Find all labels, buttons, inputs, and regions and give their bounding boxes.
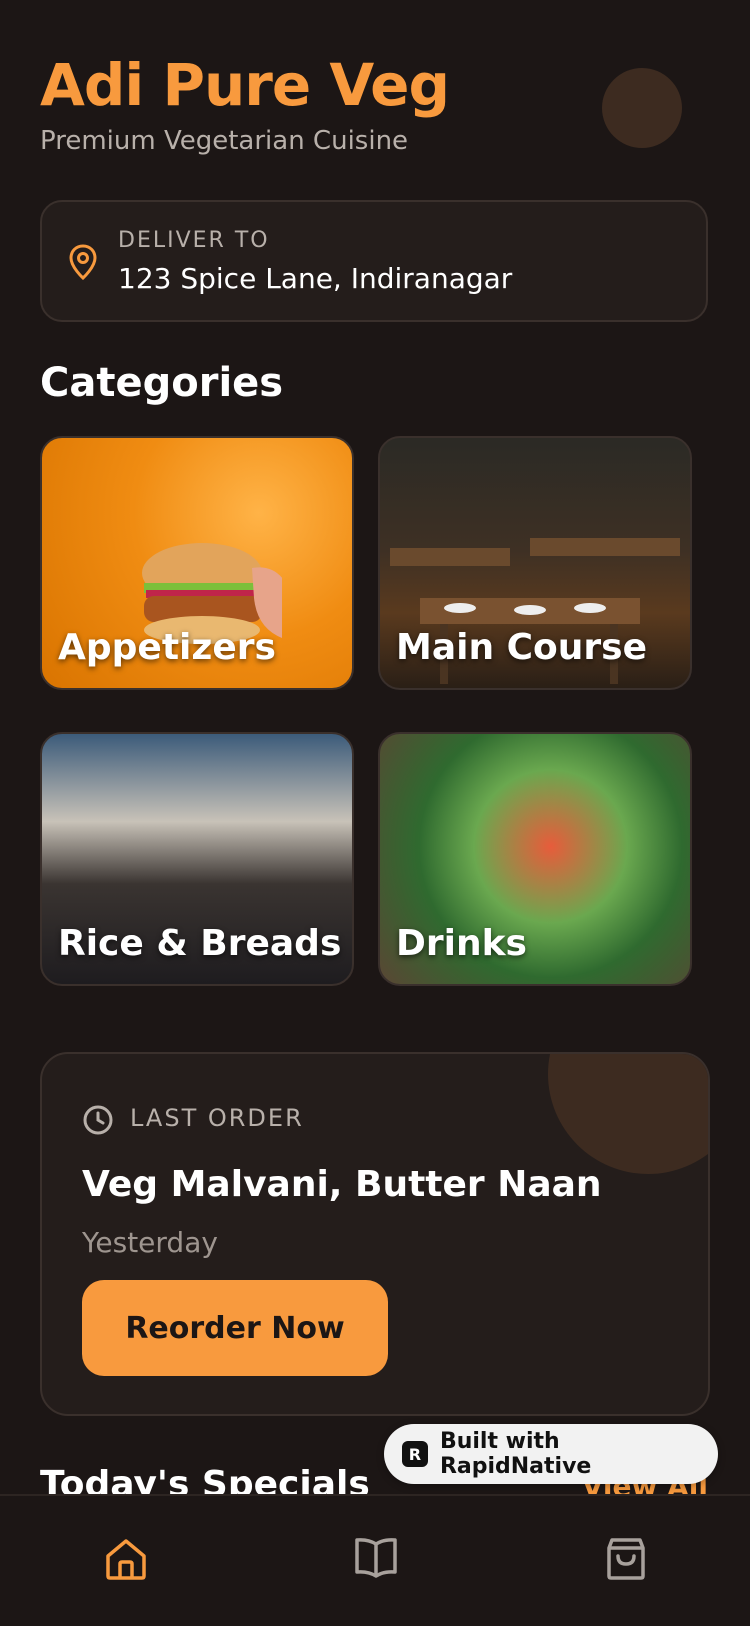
clock-icon bbox=[83, 1105, 113, 1135]
rapidnative-badge[interactable]: R Built with RapidNative bbox=[384, 1424, 718, 1484]
nav-menu[interactable] bbox=[354, 1536, 398, 1582]
category-card-main-course[interactable]: Main Course bbox=[378, 436, 692, 690]
last-order-label: LAST ORDER bbox=[130, 1104, 304, 1132]
delivery-address: 123 Spice Lane, Indiranagar bbox=[118, 262, 513, 295]
category-card-rice-breads[interactable]: Rice & Breads bbox=[40, 732, 354, 986]
last-order-time: Yesterday bbox=[82, 1226, 218, 1259]
categories-title: Categories bbox=[40, 360, 284, 406]
nav-home[interactable] bbox=[104, 1536, 148, 1586]
category-label: Appetizers bbox=[58, 627, 276, 668]
rapidnative-logo-icon: R bbox=[402, 1441, 428, 1467]
category-label: Main Course bbox=[396, 627, 647, 668]
location-pin-icon bbox=[69, 244, 97, 280]
badge-text: Built with RapidNative bbox=[439, 1429, 592, 1479]
last-order-items: Veg Malvani, Butter Naan bbox=[82, 1164, 602, 1205]
reorder-button[interactable]: Reorder Now bbox=[82, 1280, 388, 1376]
category-card-appetizers[interactable]: Appetizers bbox=[40, 436, 354, 690]
deliver-to-label: DELIVER TO bbox=[118, 228, 270, 253]
shopping-bag-icon bbox=[607, 1538, 645, 1580]
last-order-card: LAST ORDER Veg Malvani, Butter Naan Yest… bbox=[40, 1052, 710, 1416]
home-icon bbox=[106, 1539, 146, 1580]
avatar[interactable] bbox=[602, 68, 682, 148]
nav-cart[interactable] bbox=[606, 1536, 646, 1586]
delivery-address-card[interactable]: DELIVER TO 123 Spice Lane, Indiranagar bbox=[40, 200, 708, 322]
category-label: Drinks bbox=[396, 923, 527, 964]
category-card-drinks[interactable]: Drinks bbox=[378, 732, 692, 986]
decorative-circle bbox=[548, 1054, 708, 1174]
bottom-navigation bbox=[0, 1494, 750, 1626]
menu-book-icon bbox=[355, 1538, 397, 1578]
category-label: Rice & Breads bbox=[58, 923, 342, 964]
